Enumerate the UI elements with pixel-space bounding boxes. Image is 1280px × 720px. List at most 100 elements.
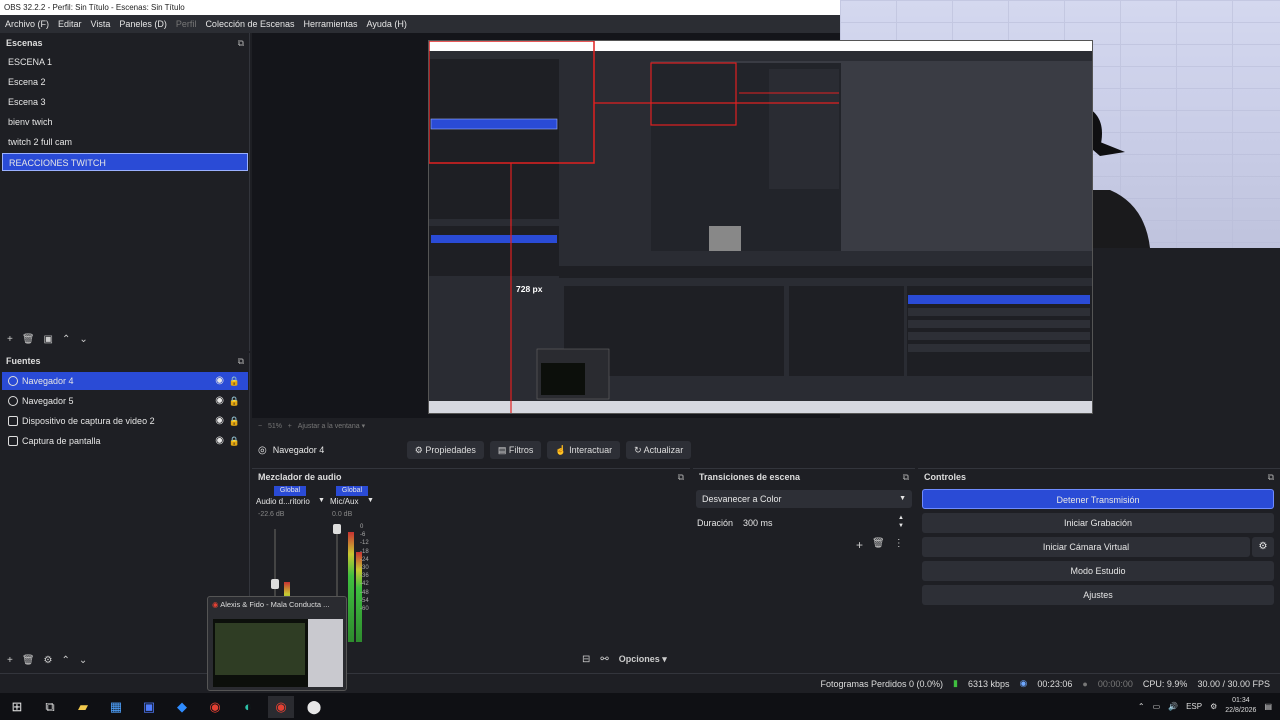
source-item[interactable]: Dispositivo de captura de video 2 ◉ 🔒	[2, 412, 248, 430]
notifications-icon[interactable]: ▤	[1264, 702, 1272, 711]
menu-vista[interactable]: Vista	[91, 19, 111, 29]
channel-name: Mic/Aux	[330, 497, 359, 506]
eye-icon[interactable]: ◉	[215, 412, 224, 430]
language-indicator[interactable]: ESP	[1186, 702, 1202, 711]
menu-herramientas[interactable]: Herramientas	[304, 19, 358, 29]
add-icon[interactable]: +	[7, 334, 13, 345]
fader-handle[interactable]	[333, 524, 341, 534]
settings-button[interactable]: Ajustes	[922, 585, 1274, 605]
scale-tick: 0	[360, 524, 364, 530]
scale-tick: -54	[360, 597, 369, 604]
chrome-icon[interactable]: ◉	[268, 695, 294, 718]
zoom-bar: − 51% + Ajustar a la ventana ▾	[252, 420, 672, 434]
properties-button[interactable]: ⚙ Propiedades	[406, 441, 484, 459]
filters-label: Filtros	[508, 445, 534, 455]
trash-icon[interactable]: 🗑	[22, 334, 35, 345]
virtual-camera-settings-gear-icon[interactable]: ⚙	[1252, 537, 1274, 557]
transition-select[interactable]: Desvanecer a Color ▼	[696, 490, 912, 508]
chevron-up-icon[interactable]: ⌃	[1138, 702, 1145, 711]
link-icon[interactable]: ⚯	[600, 654, 608, 665]
lock-icon[interactable]: 🔒	[229, 392, 240, 410]
scale-tick: -30	[360, 565, 369, 572]
layout-icon[interactable]: ⊟	[582, 654, 590, 665]
menu-coleccion[interactable]: Colección de Escenas	[205, 19, 294, 29]
menu-editar[interactable]: Editar	[58, 19, 82, 29]
duration-value: 300 ms	[743, 518, 773, 528]
source-item-selected[interactable]: Navegador 4 ◉ 🔒	[2, 372, 248, 390]
move-up-icon[interactable]: ⌃	[62, 334, 70, 345]
studio-mode-button[interactable]: Modo Estudio	[922, 561, 1274, 581]
refresh-button[interactable]: ↻ Actualizar	[626, 441, 692, 459]
obs-icon[interactable]: ⬤	[301, 696, 327, 718]
scene-item[interactable]: Escena 2	[2, 73, 248, 91]
move-up-icon[interactable]: ⌃	[62, 655, 70, 666]
undock-icon[interactable]: ⧉	[238, 35, 244, 51]
menu-perfil: Perfil	[175, 19, 197, 29]
filters-button[interactable]: ▤ Filtros	[489, 441, 542, 459]
status-bar: Fotogramas Perdidos 0 (0.0%) ▮ 6313 kbps…	[0, 673, 1280, 693]
zoom-level[interactable]: 51%	[268, 423, 282, 430]
stop-streaming-button[interactable]: Detener Transmisión	[922, 489, 1274, 509]
eye-icon[interactable]: ◉	[215, 372, 224, 390]
file-explorer-icon[interactable]: ▰	[70, 696, 96, 718]
undock-icon[interactable]: ⧉	[903, 469, 909, 485]
channel-menu-icon[interactable]: ▼	[318, 497, 325, 504]
channel-menu-icon[interactable]: ▼	[367, 497, 374, 504]
undock-icon[interactable]: ⧉	[1268, 469, 1274, 485]
eye-icon[interactable]: ◉	[215, 392, 224, 410]
app-icon[interactable]: ◆	[169, 696, 195, 718]
eye-icon[interactable]: ◉	[215, 432, 224, 450]
filter-icon[interactable]: ▣	[44, 334, 53, 345]
lock-icon[interactable]: 🔒	[229, 432, 240, 450]
lock-icon[interactable]: 🔒	[229, 372, 240, 390]
undock-icon[interactable]: ⧉	[678, 469, 684, 485]
windows-start-icon[interactable]: ⊞	[4, 696, 30, 718]
chevron-down-icon[interactable]: ▾	[362, 423, 366, 430]
chrome-icon[interactable]: ◉	[202, 696, 228, 718]
more-icon[interactable]: ⋮	[894, 538, 904, 552]
edge-icon[interactable]: ◐	[235, 696, 261, 718]
scene-item[interactable]: ESCENA 1	[2, 53, 248, 71]
lock-icon[interactable]: 🔒	[229, 412, 240, 430]
source-item[interactable]: Navegador 5 ◉ 🔒	[2, 392, 248, 410]
scene-item[interactable]: twitch 2 full cam	[2, 133, 248, 151]
zoom-in-icon[interactable]: +	[288, 423, 292, 430]
trash-icon[interactable]: 🗑	[872, 538, 885, 552]
scenes-header: Escenas ⧉	[0, 35, 250, 51]
clock-time: 01:34	[1232, 697, 1250, 704]
trash-icon[interactable]: 🗑	[22, 655, 35, 666]
undock-icon[interactable]: ⧉	[238, 353, 244, 369]
clock[interactable]: 01:34 22/8/2026	[1225, 696, 1256, 716]
move-down-icon[interactable]: ⌄	[79, 655, 87, 666]
source-item[interactable]: Captura de pantalla ◉ 🔒	[2, 432, 248, 450]
nested-obs-capture[interactable]: 728 px	[428, 40, 1093, 414]
scale-tick: -6	[360, 532, 366, 539]
spin-icon[interactable]: ▲ ▼	[898, 514, 904, 530]
scene-item[interactable]: bienv twich	[2, 113, 248, 131]
volume-icon[interactable]: 🔊	[1168, 702, 1178, 711]
taskbar-preview-popup[interactable]: ◉ Alexis & Fido - Mala Conducta ...	[207, 596, 347, 691]
menu-ayuda[interactable]: Ayuda (H)	[367, 19, 407, 29]
interact-button[interactable]: ☝ Interactuar	[547, 441, 621, 459]
scene-item[interactable]: Escena 3	[2, 93, 248, 111]
store-icon[interactable]: ▦	[103, 696, 129, 718]
duration-field[interactable]: 300 ms ▲ ▼	[739, 514, 912, 532]
start-virtual-camera-button[interactable]: Iniciar Cámara Virtual	[922, 537, 1250, 557]
options-button[interactable]: Opciones ▾	[619, 654, 667, 665]
menu-paneles[interactable]: Paneles (D)	[119, 19, 167, 29]
add-icon[interactable]: +	[7, 655, 13, 666]
zoom-out-icon[interactable]: −	[258, 423, 262, 430]
calculator-icon[interactable]: ▣	[136, 696, 162, 718]
add-icon[interactable]: +	[856, 538, 863, 552]
scene-item-selected[interactable]: REACCIONES TWITCH	[2, 153, 248, 171]
network-icon[interactable]: ▭	[1153, 702, 1161, 711]
task-view-icon[interactable]: ⧉	[37, 696, 63, 718]
clock-date: 22/8/2026	[1225, 707, 1257, 714]
move-down-icon[interactable]: ⌄	[79, 334, 87, 345]
settings-gear-icon[interactable]: ⚙	[1210, 702, 1217, 711]
gear-icon[interactable]: ⚙	[44, 655, 53, 666]
fader-handle[interactable]	[271, 579, 279, 589]
menu-archivo[interactable]: Archivo (F)	[5, 19, 49, 29]
fit-window-label[interactable]: Ajustar a la ventana	[298, 423, 360, 430]
start-recording-button[interactable]: Iniciar Grabación	[922, 513, 1274, 533]
